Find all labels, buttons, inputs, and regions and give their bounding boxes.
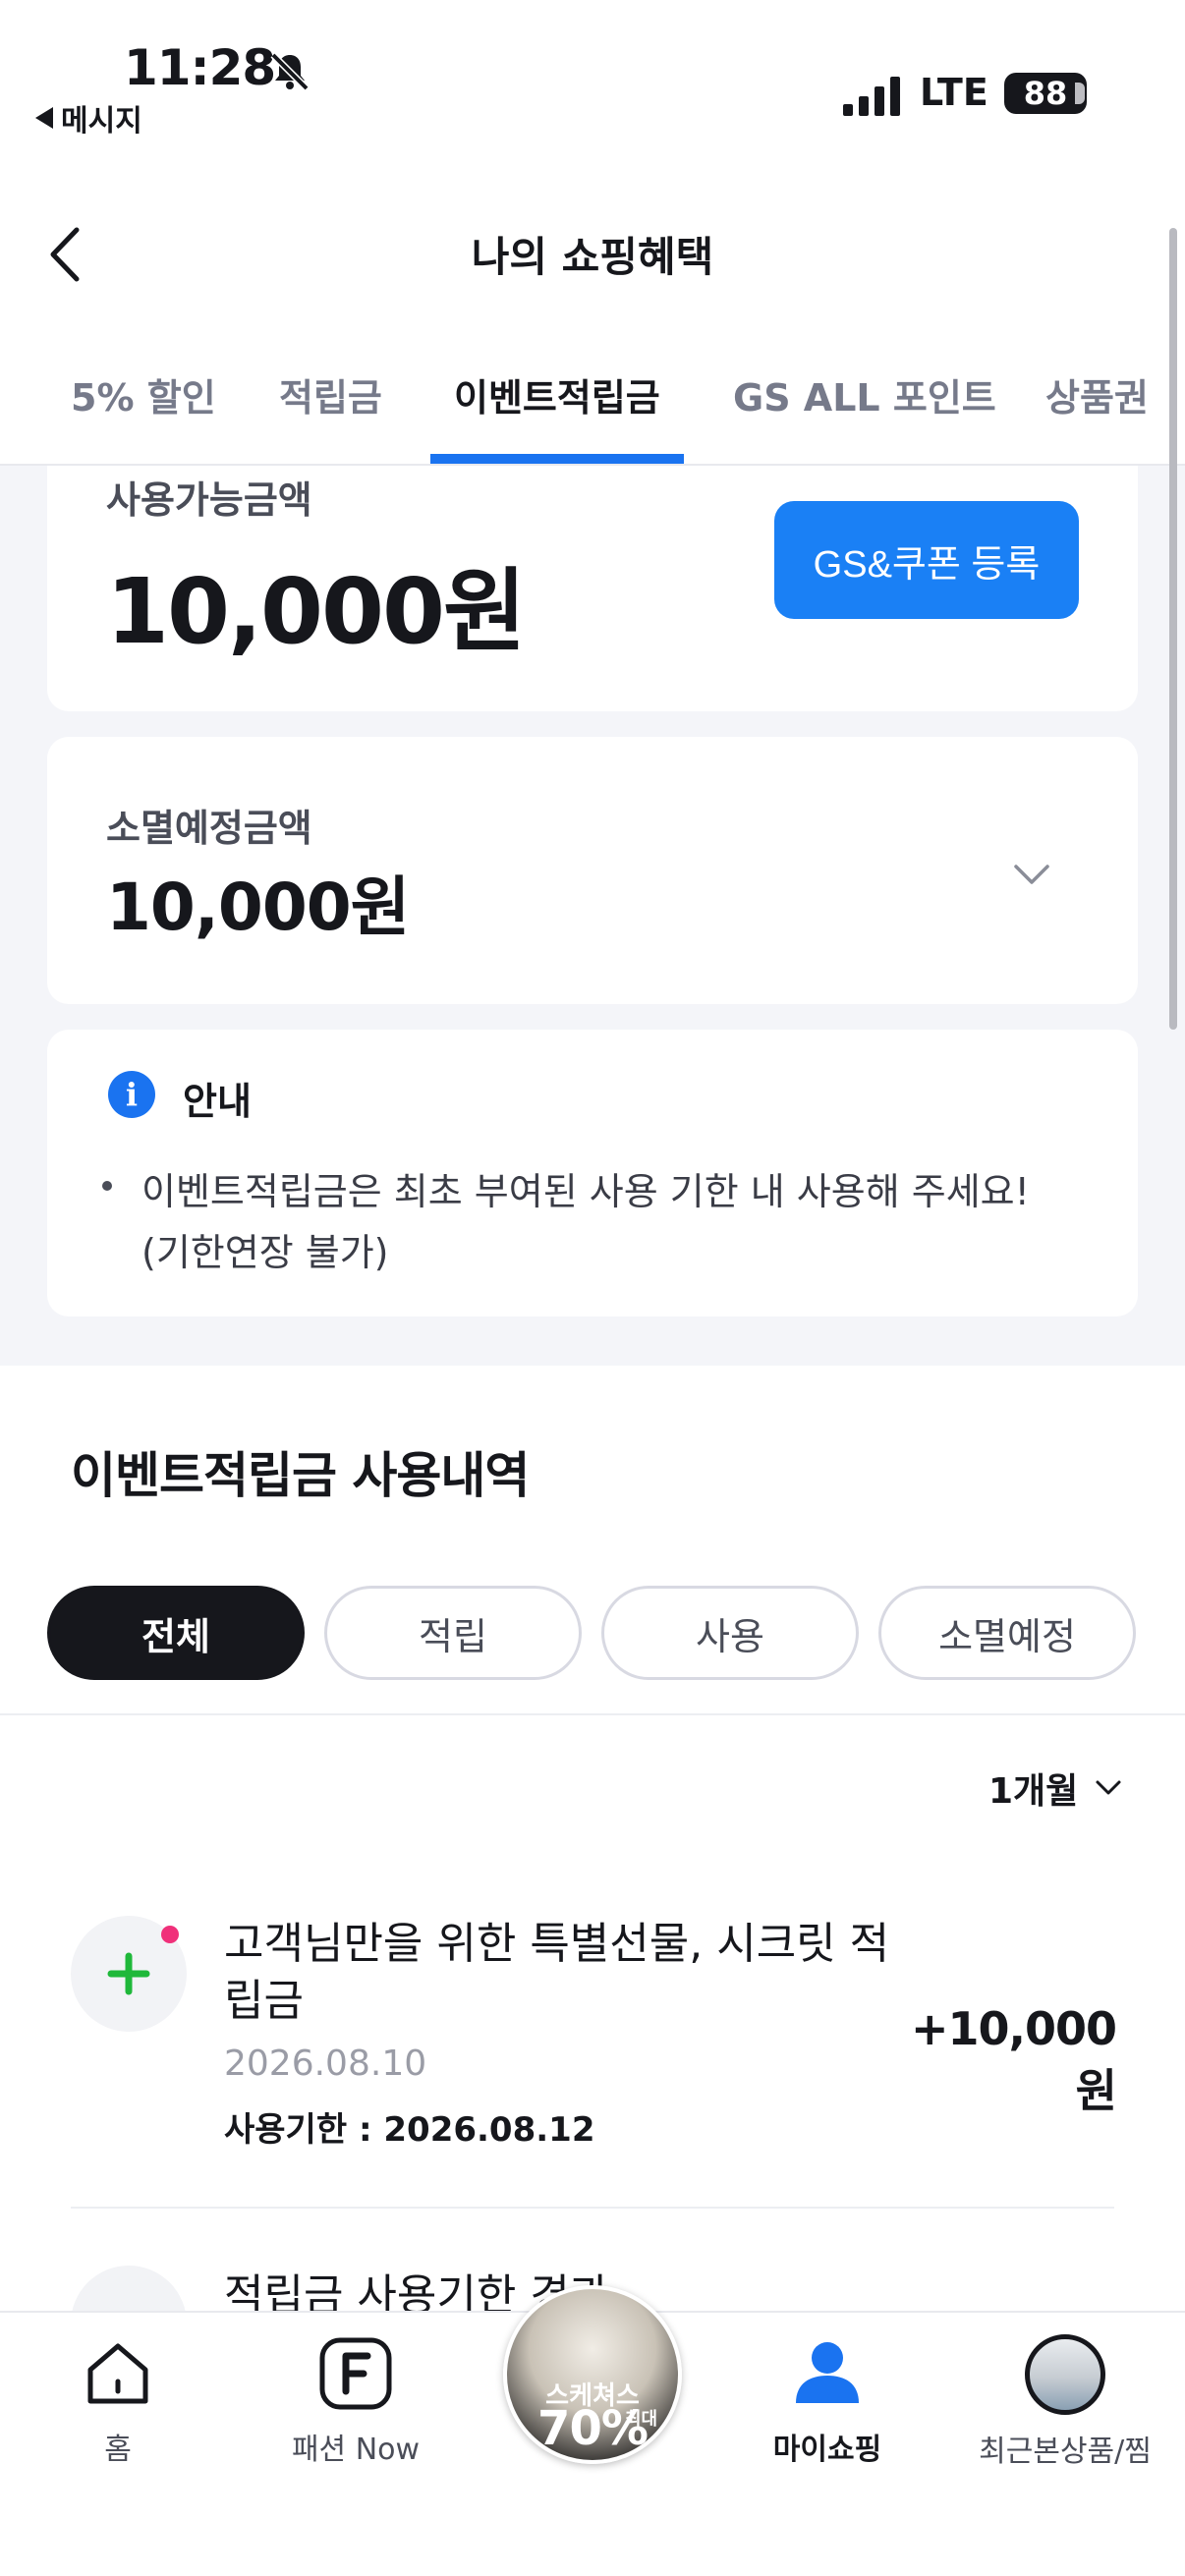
available-amount: 10,000원 (106, 559, 527, 664)
promo-banner-button[interactable]: 스케쳐스 최대 70% (503, 2285, 682, 2464)
history-title: 이벤트적립금 사용내역 (71, 1447, 530, 1504)
info-icon: i (108, 1071, 155, 1118)
promo-percent: 70% (537, 2401, 649, 2456)
active-tab-indicator (430, 454, 684, 464)
person-icon (796, 2342, 859, 2403)
notice-bullet (102, 1181, 112, 1191)
back-to-app-link[interactable]: 메시지 (35, 96, 142, 140)
tab-discount[interactable]: 5% 할인 (71, 367, 216, 421)
tab-event-points[interactable]: 이벤트적립금 (454, 367, 660, 421)
nav-my-shopping-label: 마이쇼핑 (772, 2433, 882, 2467)
nav-my-shopping[interactable]: 마이쇼핑 (729, 2334, 926, 2468)
history-item-date: 2026.08.10 (224, 2044, 427, 2084)
filter-earned[interactable]: 적립 (324, 1586, 582, 1680)
expiring-label: 소멸예정금액 (106, 807, 312, 850)
history-item-deadline: 사용기한 : 2026.08.12 (224, 2110, 595, 2150)
tab-gift-card[interactable]: 상품권 (1045, 367, 1149, 421)
signal-icon (843, 77, 900, 116)
available-label: 사용가능금액 (106, 478, 312, 522)
filter-all[interactable]: 전체 (47, 1586, 305, 1680)
history-divider (71, 2207, 1114, 2209)
home-icon (87, 2343, 148, 2404)
back-triangle-icon (35, 107, 53, 129)
period-select[interactable]: 1개월 (988, 1763, 1123, 1814)
history-item-title: 고객님만을 위한 특별선물, 시크릿 적립금 (224, 1919, 890, 2026)
network-label: LTE (920, 71, 988, 114)
tab-points[interactable]: 적립금 (279, 367, 382, 421)
history-item-amount: +10,000원 (910, 2002, 1117, 2117)
page-title: 나의 쇼핑혜택 (471, 233, 714, 281)
notice-title: 안내 (183, 1080, 252, 1123)
filter-used[interactable]: 사용 (601, 1586, 859, 1680)
nav-fashion-now[interactable]: 패션 Now (257, 2334, 454, 2468)
scrollbar[interactable] (1169, 228, 1177, 1030)
nav-home[interactable]: 홈 (20, 2334, 216, 2468)
filter-divider (0, 1713, 1185, 1715)
tab-gs-all-point[interactable]: GS ALL 포인트 (733, 367, 996, 421)
nav-recent-wishlist[interactable]: 최근본상품/찜 (967, 2334, 1163, 2470)
fashion-f-icon (319, 2337, 392, 2410)
silent-bell-icon (270, 52, 310, 91)
status-time: 11:28 (124, 39, 276, 96)
filter-expiring[interactable]: 소멸예정 (878, 1586, 1136, 1680)
nav-home-label: 홈 (104, 2433, 132, 2467)
benefit-tabs: 5% 할인 적립금 이벤트적립금 GS ALL 포인트 상품권 (0, 354, 1185, 466)
coupon-register-button[interactable]: GS&쿠폰 등록 (774, 501, 1079, 619)
notice-text: 이벤트적립금은 최초 부여된 사용 기한 내 사용해 주세요! (기한연장 불가… (141, 1170, 1030, 1274)
recent-product-thumbnail (1025, 2334, 1105, 2415)
nav-recent-label: 최근본상품/찜 (979, 2435, 1152, 2469)
period-label: 1개월 (988, 1771, 1079, 1812)
chevron-down-icon[interactable] (1008, 857, 1055, 892)
back-app-label: 메시지 (61, 104, 142, 139)
chevron-down-icon (1096, 1780, 1121, 1795)
nav-fashion-label: 패션 Now (291, 2433, 421, 2467)
new-dot-badge (161, 1926, 179, 1943)
expiring-amount: 10,000원 (106, 869, 410, 945)
battery-tip (1075, 83, 1085, 104)
